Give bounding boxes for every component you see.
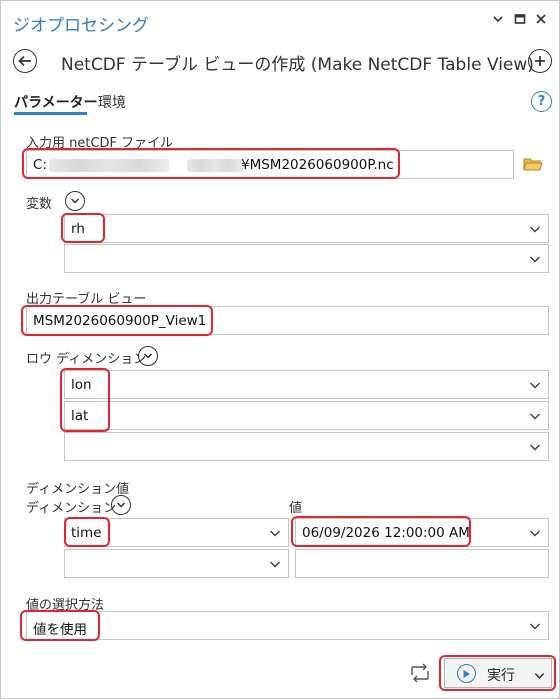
- value-column-label: 値: [289, 501, 303, 516]
- dimension-select-empty[interactable]: [64, 549, 289, 578]
- chevron-down-icon[interactable]: [528, 221, 542, 235]
- variable-select[interactable]: rh: [64, 214, 549, 243]
- folder-icon[interactable]: [523, 156, 543, 172]
- plus-circle-icon[interactable]: [528, 49, 552, 73]
- chevron-down-icon[interactable]: [268, 525, 282, 539]
- row-dimension-label: ロウ ディメンション: [26, 352, 147, 367]
- highlight-box: [291, 516, 471, 547]
- restore-icon[interactable]: [511, 13, 529, 29]
- expand-variables-icon[interactable]: [65, 191, 85, 211]
- expand-dimension-values-icon[interactable]: [111, 495, 131, 515]
- active-tab-indicator: [14, 112, 87, 115]
- tab-parameters[interactable]: パラメーター: [14, 92, 98, 112]
- geoprocessing-pane: ジオプロセシング NetCDF テーブル ビューの作成 (Make NetCDF…: [0, 0, 560, 699]
- row-dimension-select[interactable]: lon: [64, 370, 549, 399]
- tab-environments[interactable]: 環境: [98, 92, 126, 112]
- highlight-box: [61, 213, 105, 243]
- question-circle-icon[interactable]: ?: [531, 91, 552, 112]
- chevron-down-icon[interactable]: [528, 377, 542, 391]
- dimension-value-input-empty[interactable]: [295, 549, 549, 578]
- chevron-down-icon[interactable]: [528, 251, 542, 265]
- highlight-box: [21, 305, 213, 336]
- highlight-box: [20, 610, 100, 641]
- variables-label: 変数: [26, 197, 53, 212]
- expand-row-dimension-icon[interactable]: [138, 346, 158, 366]
- chevron-down-icon[interactable]: [528, 618, 542, 632]
- highlight-box: [60, 368, 110, 432]
- row-dimension-select[interactable]: lat: [64, 401, 549, 430]
- chevron-down-icon[interactable]: [528, 408, 542, 422]
- chevron-down-icon[interactable]: [268, 556, 282, 570]
- close-icon[interactable]: [532, 13, 550, 29]
- highlight-box: [64, 517, 110, 547]
- selection-method-select[interactable]: 値を使用: [26, 611, 549, 640]
- tool-title: NetCDF テーブル ビューの作成 (Make NetCDF Table Vi…: [61, 55, 534, 75]
- pane-title: ジオプロセシング: [13, 16, 149, 36]
- variable-select-empty[interactable]: [64, 244, 549, 273]
- swap-icon[interactable]: [409, 663, 431, 683]
- highlight-box: [439, 655, 556, 691]
- chevron-down-icon[interactable]: [528, 525, 542, 539]
- chevron-down-icon[interactable]: [489, 13, 507, 29]
- dimension-values-label: ディメンション値: [26, 482, 130, 497]
- dimension-column-label: ディメンション: [26, 501, 117, 516]
- row-dimension-select-empty[interactable]: [64, 432, 549, 461]
- back-arrow-icon[interactable]: [13, 49, 37, 73]
- chevron-down-icon[interactable]: [528, 439, 542, 453]
- highlight-box: [22, 148, 400, 179]
